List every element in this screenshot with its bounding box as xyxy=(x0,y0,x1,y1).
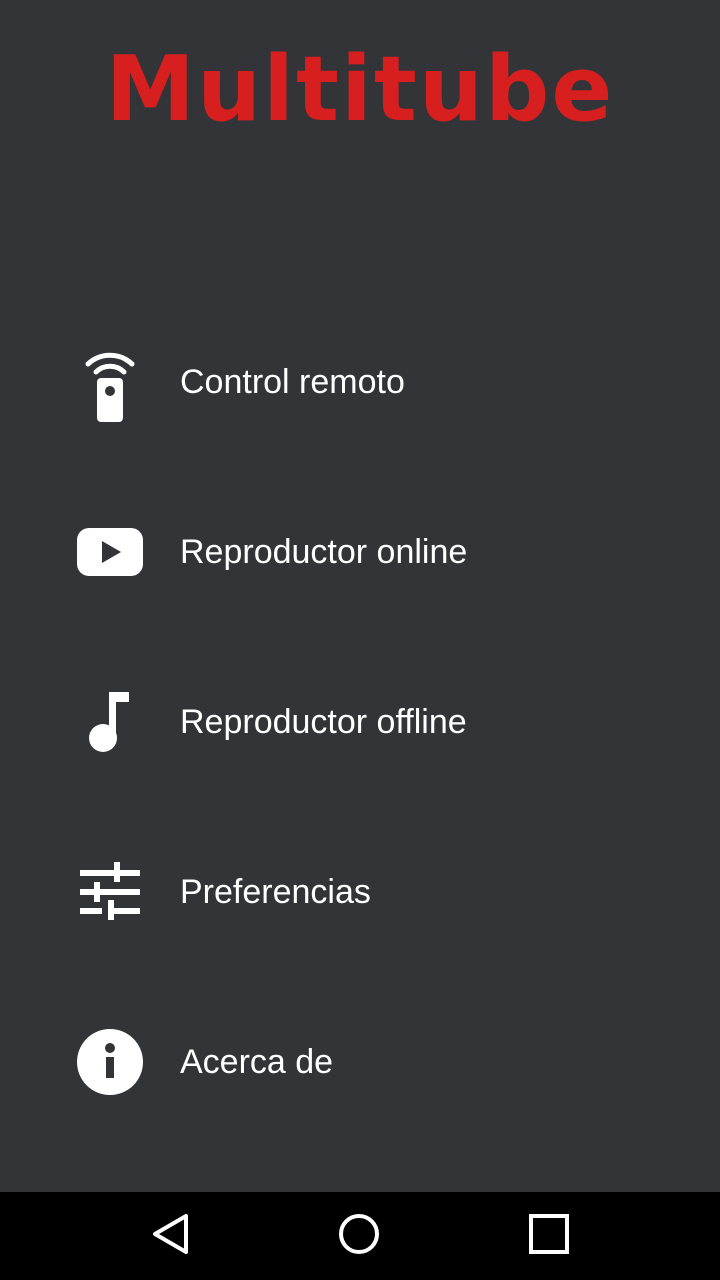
menu-item-label: Control remoto xyxy=(180,363,405,401)
menu-item-label: Reproductor offline xyxy=(180,703,467,741)
menu-item-label: Preferencias xyxy=(180,873,371,911)
remote-control-icon xyxy=(75,342,145,422)
back-triangle-icon xyxy=(150,1212,190,1261)
menu-item-reproductor-offline[interactable]: Reproductor offline xyxy=(0,637,720,807)
home-circle-icon xyxy=(337,1212,381,1261)
menu-item-reproductor-online[interactable]: Reproductor online xyxy=(0,467,720,637)
main-screen: Multitube Control remoto Reproductor onl… xyxy=(0,0,720,1280)
menu-item-control-remoto[interactable]: Control remoto xyxy=(0,297,720,467)
menu-item-preferencias[interactable]: Preferencias xyxy=(0,807,720,977)
app-logo: Multitube xyxy=(105,37,615,142)
music-note-icon xyxy=(75,682,145,762)
menu-item-label: Acerca de xyxy=(180,1043,334,1081)
youtube-play-icon xyxy=(75,512,145,592)
info-icon xyxy=(75,1022,145,1102)
menu-item-acerca-de[interactable]: Acerca de xyxy=(0,977,720,1147)
main-menu: Control remoto Reproductor online Reprod… xyxy=(0,297,720,1147)
nav-back-button[interactable] xyxy=(146,1212,194,1260)
menu-item-label: Reproductor online xyxy=(180,533,468,571)
recents-square-icon xyxy=(527,1212,571,1261)
system-navigation-bar xyxy=(0,1192,720,1280)
nav-recents-button[interactable] xyxy=(525,1212,573,1260)
tune-sliders-icon xyxy=(75,852,145,932)
nav-home-button[interactable] xyxy=(335,1212,383,1260)
